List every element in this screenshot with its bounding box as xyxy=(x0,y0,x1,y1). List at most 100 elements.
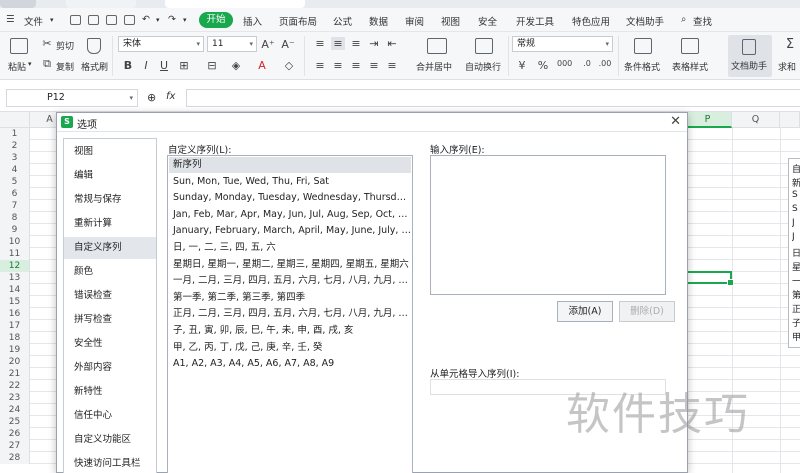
print-icon[interactable] xyxy=(106,15,117,25)
currency-icon[interactable]: ¥ xyxy=(515,59,529,72)
align-center-icon[interactable]: ≡ xyxy=(331,59,345,72)
custom-lists-listbox[interactable]: 新序列 Sun, Mon, Tue, Wed, Thu, Fri, Sat Sund… xyxy=(167,155,413,473)
undo-icon[interactable]: ↶ xyxy=(142,14,150,25)
row-header[interactable]: 2 xyxy=(0,140,30,152)
row-header[interactable]: 10 xyxy=(0,236,30,248)
list-item[interactable]: 第一季, 第二季, 第三季, 第四季 xyxy=(169,290,411,306)
row-header[interactable]: 1 xyxy=(0,128,30,140)
redo-icon[interactable]: ↷ xyxy=(168,14,176,25)
align-left-icon[interactable]: ≡ xyxy=(313,59,327,72)
row-header[interactable]: 26 xyxy=(0,428,30,440)
copy-icon[interactable]: ⧉ xyxy=(40,57,54,71)
row-header[interactable]: 4 xyxy=(0,164,30,176)
tab-security[interactable]: 安全 xyxy=(478,14,497,28)
search-icon[interactable]: ⌕ xyxy=(681,14,686,25)
close-icon[interactable]: ✕ xyxy=(670,114,681,129)
font-name-select[interactable]: 宋体 ▾ xyxy=(118,36,204,52)
nav-item[interactable]: 编辑 xyxy=(64,165,156,187)
paste-button[interactable]: 粘贴 xyxy=(8,60,26,73)
paste-icon[interactable] xyxy=(10,38,28,54)
merge-center-button[interactable]: 合并居中 xyxy=(416,60,452,73)
column-header-q[interactable]: Q xyxy=(732,112,780,128)
indent-icon[interactable]: ⇥ xyxy=(367,37,381,50)
list-item[interactable]: 正月, 二月, 三月, 四月, 五月, 六月, 七月, 八月, 九月, 十月, … xyxy=(169,306,411,322)
format-painter-icon[interactable] xyxy=(87,38,101,54)
row-header[interactable]: 20 xyxy=(0,356,30,368)
number-format-select[interactable]: 常规 ▾ xyxy=(512,36,613,52)
nav-item[interactable]: 自定义序列 xyxy=(64,237,156,259)
row-header[interactable]: 21 xyxy=(0,368,30,380)
nav-item[interactable]: 外部内容 xyxy=(64,357,156,379)
save-icon[interactable] xyxy=(70,15,81,25)
paste-dropdown-icon[interactable]: ▾ xyxy=(28,60,32,68)
list-item[interactable]: 新序列 xyxy=(169,157,411,173)
list-item[interactable]: Jan, Feb, Mar, Apr, May, Jun, Jul, Aug, … xyxy=(169,207,411,223)
nav-item[interactable]: 重新计算 xyxy=(64,213,156,235)
row-header[interactable]: 5 xyxy=(0,176,30,188)
undo-dropdown-icon[interactable]: ▾ xyxy=(156,16,160,24)
row-header[interactable]: 18 xyxy=(0,332,30,344)
row-header[interactable]: 9 xyxy=(0,224,30,236)
clear-format-icon[interactable]: ◇ xyxy=(282,59,296,72)
row-header[interactable]: 7 xyxy=(0,200,30,212)
list-item[interactable]: 一月, 二月, 三月, 四月, 五月, 六月, 七月, 八月, 九月, 十月, … xyxy=(169,273,411,289)
align-bottom-icon[interactable]: ≡ xyxy=(349,37,363,50)
zoom-icon[interactable]: ⊕ xyxy=(147,91,156,104)
import-range-input[interactable] xyxy=(430,379,666,395)
tab-start[interactable]: 开始 xyxy=(199,12,233,28)
nav-item[interactable]: 快速访问工具栏 xyxy=(64,453,156,473)
row-header[interactable]: 25 xyxy=(0,416,30,428)
list-item[interactable]: 星期日, 星期一, 星期二, 星期三, 星期四, 星期五, 星期六 xyxy=(169,257,411,273)
tab-page-layout[interactable]: 页面布局 xyxy=(279,14,317,28)
search-label[interactable]: 查找 xyxy=(693,14,712,28)
table-style-button[interactable]: 表格样式 xyxy=(672,60,708,73)
row-header[interactable]: 19 xyxy=(0,344,30,356)
row-header[interactable]: 28 xyxy=(0,452,30,464)
format-painter-button[interactable]: 格式刷 xyxy=(81,60,108,73)
list-item[interactable]: Sun, Mon, Tue, Wed, Thu, Fri, Sat xyxy=(169,174,411,190)
row-header[interactable]: 11 xyxy=(0,248,30,260)
chevron-down-icon[interactable]: ▾ xyxy=(50,16,54,24)
row-header[interactable]: 27 xyxy=(0,440,30,452)
nav-item[interactable]: 信任中心 xyxy=(64,405,156,427)
conditional-format-icon[interactable] xyxy=(634,38,652,54)
row-header[interactable]: 14 xyxy=(0,284,30,296)
nav-item[interactable]: 视图 xyxy=(64,141,156,163)
column-header-p[interactable]: P xyxy=(684,112,732,128)
list-item[interactable]: A1, A2, A3, A4, A5, A6, A7, A8, A9 xyxy=(169,356,411,372)
row-header[interactable]: 8 xyxy=(0,212,30,224)
cut-button[interactable]: 剪切 xyxy=(56,39,74,52)
underline-icon[interactable]: U xyxy=(157,59,171,72)
tab-insert[interactable]: 插入 xyxy=(243,14,262,28)
outdent-icon[interactable]: ⇤ xyxy=(385,37,399,50)
delete-button[interactable]: 删除(D) xyxy=(619,301,675,322)
align-middle-icon[interactable]: ≡ xyxy=(331,37,345,50)
select-all-corner[interactable] xyxy=(0,112,30,128)
print-preview-icon[interactable] xyxy=(124,15,135,25)
tab-doc-assistant[interactable]: 文档助手 xyxy=(626,14,664,28)
nav-item[interactable]: 常规与保存 xyxy=(64,189,156,211)
row-header[interactable]: 12 xyxy=(0,260,30,272)
row-header[interactable]: 16 xyxy=(0,308,30,320)
align-top-icon[interactable]: ≡ xyxy=(313,37,327,50)
row-header[interactable]: 13 xyxy=(0,272,30,284)
tab-review[interactable]: 审阅 xyxy=(405,14,424,28)
merge-center-icon[interactable] xyxy=(427,38,447,54)
nav-item[interactable]: 颜色 xyxy=(64,261,156,283)
wrap-text-button[interactable]: 自动换行 xyxy=(465,60,501,73)
list-item[interactable]: Sunday, Monday, Tuesday, Wednesday, Thur… xyxy=(169,190,411,206)
tab-developer[interactable]: 开发工具 xyxy=(516,14,554,28)
tab-special[interactable]: 特色应用 xyxy=(572,14,610,28)
italic-icon[interactable]: I xyxy=(139,59,153,72)
column-header-r[interactable] xyxy=(780,112,800,128)
table-style-icon[interactable] xyxy=(681,38,699,54)
conditional-format-button[interactable]: 条件格式 xyxy=(624,60,660,73)
tab-view[interactable]: 视图 xyxy=(441,14,460,28)
wrap-text-icon[interactable] xyxy=(475,38,493,54)
sum-icon[interactable]: Σ xyxy=(783,37,797,52)
list-item[interactable]: 子, 丑, 寅, 卯, 辰, 巳, 午, 未, 申, 酉, 戌, 亥 xyxy=(169,323,411,339)
menu-icon[interactable]: ☰ xyxy=(6,14,15,25)
row-header[interactable]: 3 xyxy=(0,152,30,164)
decrease-decimal-icon[interactable]: .00 xyxy=(598,59,612,68)
tab-data[interactable]: 数据 xyxy=(369,14,388,28)
